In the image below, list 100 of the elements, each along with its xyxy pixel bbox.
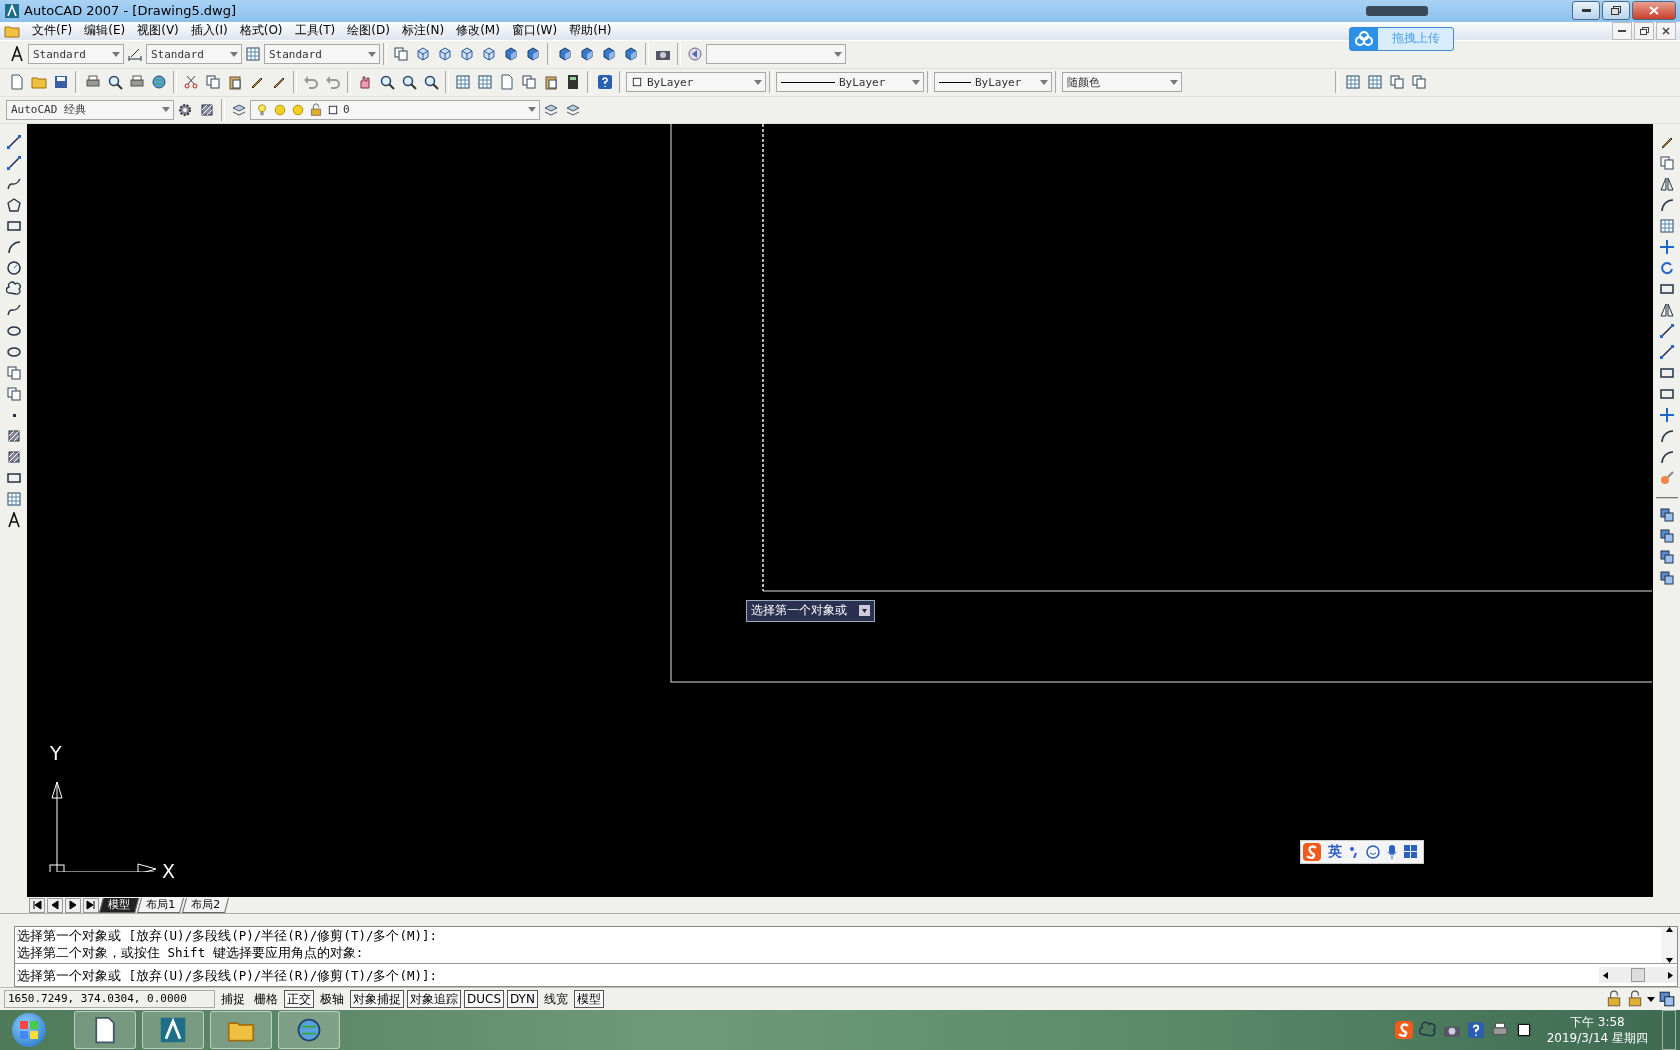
- taskbar-app-button[interactable]: [74, 1011, 136, 1049]
- menu-item[interactable]: 视图(V): [131, 22, 185, 40]
- menu-item[interactable]: 修改(M): [450, 22, 506, 40]
- save-icon[interactable]: [53, 74, 69, 91]
- menu-item[interactable]: 编辑(E): [78, 22, 132, 40]
- circle-icon[interactable]: [5, 260, 22, 277]
- draw-order-icon[interactable]: [1658, 570, 1675, 587]
- menu-item[interactable]: 工具(T): [288, 22, 342, 40]
- draw-order-icon[interactable]: [1658, 528, 1675, 545]
- minimize-icon[interactable]: [1581, 9, 1591, 13]
- linetype-dropdown[interactable]: ByLayer: [776, 72, 924, 93]
- lock-icon[interactable]: [309, 102, 323, 117]
- status-toggle[interactable]: DYN: [507, 990, 538, 1009]
- draw-order-icon[interactable]: [1658, 507, 1675, 524]
- dimension-style-dropdown[interactable]: Standard: [146, 44, 242, 65]
- mirror-icon[interactable]: [1658, 176, 1675, 193]
- dimension-style-icon[interactable]: [127, 46, 143, 63]
- cube-icon[interactable]: [437, 46, 453, 63]
- zoom-icon[interactable]: [379, 74, 395, 91]
- line-icon[interactable]: [5, 134, 22, 151]
- calculator-icon[interactable]: [565, 74, 581, 91]
- horizontal-scrollbar[interactable]: [1599, 967, 1677, 984]
- copy-icon[interactable]: [205, 74, 221, 91]
- input-method-logo-icon[interactable]: [1394, 1021, 1413, 1039]
- menu-item[interactable]: 标注(N): [395, 22, 451, 40]
- punctuation-icon[interactable]: [1349, 845, 1359, 858]
- new-file-icon[interactable]: [9, 74, 25, 91]
- start-button[interactable]: [12, 1013, 46, 1047]
- right-arrow-icon[interactable]: [1668, 971, 1673, 979]
- status-toggle[interactable]: 栅格: [251, 990, 281, 1009]
- hatch-icon[interactable]: [5, 428, 22, 445]
- microphone-icon[interactable]: [1387, 844, 1397, 859]
- close-button[interactable]: [1632, 1, 1676, 21]
- globe-icon[interactable]: [151, 74, 167, 91]
- print-preview-icon[interactable]: [107, 74, 123, 91]
- menu-item[interactable]: 窗口(W): [505, 22, 564, 40]
- taskbar-app-button[interactable]: [142, 1011, 204, 1049]
- restore-icon[interactable]: [1611, 6, 1621, 16]
- close-icon[interactable]: [1662, 26, 1670, 35]
- table-style-dropdown[interactable]: Standard: [264, 44, 380, 65]
- polygon-icon[interactable]: [5, 197, 22, 214]
- rotate-icon[interactable]: [1658, 260, 1675, 277]
- cube-icon[interactable]: [415, 46, 431, 63]
- table-style-icon[interactable]: [245, 46, 261, 63]
- shaded-cube-icon[interactable]: [623, 46, 639, 63]
- scissors-icon[interactable]: [183, 74, 199, 91]
- taskbar-app-button[interactable]: [278, 1011, 340, 1049]
- gear-icon[interactable]: [177, 101, 193, 118]
- cube-icon[interactable]: [459, 46, 475, 63]
- maximize-button[interactable]: [1602, 1, 1630, 21]
- status-toggle[interactable]: 对象追踪: [407, 990, 461, 1009]
- layout-tab[interactable]: 布局2: [182, 897, 229, 913]
- bulb-icon[interactable]: [255, 102, 269, 117]
- text-style-icon[interactable]: [9, 46, 25, 63]
- cube-icon[interactable]: [525, 46, 541, 63]
- smiley-icon[interactable]: [1366, 844, 1380, 859]
- text-style-dropdown[interactable]: Standard: [28, 44, 124, 65]
- lineweight-dropdown[interactable]: ByLayer: [934, 72, 1052, 93]
- layout-tab[interactable]: 布局1: [137, 897, 184, 913]
- draw-order-icon[interactable]: [1658, 549, 1675, 566]
- dropdown-arrow-icon[interactable]: [1647, 996, 1655, 1002]
- vertical-scrollbar[interactable]: [1661, 927, 1677, 964]
- scroll-thumb-icon[interactable]: [1631, 968, 1645, 983]
- status-toggle[interactable]: 极轴: [317, 990, 347, 1009]
- color-dropdown[interactable]: ByLayer: [626, 72, 766, 93]
- status-toggle[interactable]: DUCS: [464, 990, 505, 1009]
- cloud-icon[interactable]: [1355, 30, 1373, 47]
- help-icon[interactable]: [597, 74, 613, 91]
- text-icon[interactable]: [5, 512, 22, 529]
- cloud-tray-icon[interactable]: [1418, 1021, 1437, 1039]
- paste-icon[interactable]: [227, 74, 243, 91]
- grid-icon[interactable]: [1404, 845, 1417, 859]
- construction-line-icon[interactable]: [5, 155, 22, 172]
- up-arrow-icon[interactable]: [1665, 927, 1673, 933]
- clock-date[interactable]: 2019/3/14 星期四: [1546, 1030, 1648, 1046]
- menu-item[interactable]: 文件(F): [26, 22, 79, 40]
- menu-item[interactable]: 帮助(H): [563, 22, 618, 40]
- autocad-icon[interactable]: [159, 1016, 187, 1044]
- left-arrow-icon[interactable]: [1603, 971, 1608, 979]
- cube-icon[interactable]: [503, 46, 519, 63]
- shaded-cube-icon[interactable]: [557, 46, 573, 63]
- copy-icon[interactable]: [1658, 155, 1675, 172]
- zoom-icon[interactable]: [423, 74, 439, 91]
- status-toggle[interactable]: 捕捉: [218, 990, 248, 1009]
- input-method-logo-icon[interactable]: [1303, 842, 1321, 861]
- arc-icon[interactable]: [5, 239, 22, 256]
- move-icon[interactable]: [1658, 239, 1675, 256]
- status-toggle[interactable]: 线宽: [540, 990, 571, 1009]
- layer-dropdown[interactable]: 0: [250, 99, 540, 120]
- clock-time[interactable]: 下午 3:58: [1546, 1014, 1648, 1030]
- windows-logo-icon[interactable]: [20, 1021, 38, 1039]
- status-toggle[interactable]: 正交: [284, 990, 314, 1009]
- input-mode-label[interactable]: 英: [1328, 842, 1342, 861]
- down-arrow-icon[interactable]: [1665, 958, 1673, 964]
- menu-item[interactable]: 插入(I): [184, 22, 234, 40]
- cube-icon[interactable]: [481, 46, 497, 63]
- status-toggle[interactable]: 对象捕捉: [350, 990, 404, 1009]
- minimize-button[interactable]: [1572, 1, 1600, 21]
- shaded-cube-icon[interactable]: [601, 46, 617, 63]
- command-prompt[interactable]: 选择第一个对象或 [放弃(U)/多段线(P)/半径(R)/修剪(T)/多个(M)]:: [15, 966, 1599, 984]
